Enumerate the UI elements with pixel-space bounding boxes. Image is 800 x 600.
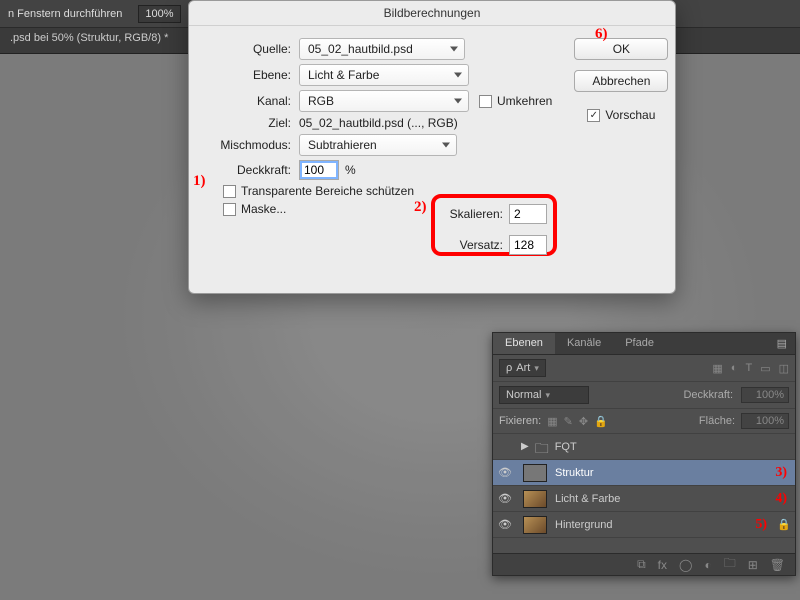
annotation-1: 1) [193, 173, 206, 190]
tab-paths[interactable]: Pfade [613, 333, 666, 354]
target-label: Ziel: [201, 116, 291, 130]
fill-value[interactable]: 100% [741, 413, 789, 429]
panel-opacity-label: Deckkraft: [683, 389, 733, 401]
layer-thumbnail [523, 464, 547, 482]
layer-list: ▶ 🗀 FQT 👁 Struktur 3) 👁 Licht & Farbe 4)… [493, 434, 795, 538]
annotation-5: 5) [755, 517, 767, 533]
blend-label: Mischmodus: [201, 138, 291, 152]
lock-all-icon[interactable]: 🔒 [594, 415, 608, 428]
layer-thumbnail [523, 490, 547, 508]
annotation-6: 6) [595, 26, 608, 43]
filter-type-icon[interactable]: T [745, 362, 752, 375]
lock-label: Fixieren: [499, 415, 541, 427]
source-label: Quelle: [201, 42, 291, 56]
opacity-label: Deckkraft: [201, 163, 291, 177]
layer-struktur[interactable]: 👁 Struktur 3) [493, 460, 795, 486]
mask-checkbox[interactable]: Maske... [223, 202, 286, 216]
layer-select[interactable]: Licht & Farbe [299, 64, 469, 86]
layer-group-fqt[interactable]: ▶ 🗀 FQT [493, 434, 795, 460]
link-layers-icon[interactable]: ⧉ [637, 557, 646, 572]
adjustment-layer-icon[interactable]: ◐ [704, 558, 711, 572]
channel-label: Kanal: [201, 94, 291, 108]
new-layer-icon[interactable]: ⊞ [748, 558, 758, 572]
channel-select[interactable]: RGB [299, 90, 469, 112]
layers-panel: Ebenen Kanäle Pfade ▤ ρArt ▦ ◐ T ▭ ◫ Nor… [492, 332, 796, 576]
preview-checkbox[interactable]: ✓ Vorschau [587, 108, 655, 122]
options-text: n Fenstern durchführen [8, 8, 122, 20]
preserve-label: Transparente Bereiche schützen [241, 184, 414, 198]
lock-position-icon[interactable]: ✥ [579, 415, 588, 428]
layer-hintergrund[interactable]: 👁 Hintergrund 5) 🔒 [493, 512, 795, 538]
lock-transparent-icon[interactable]: ▦ [547, 415, 557, 428]
visibility-toggle[interactable]: 👁 [493, 518, 517, 531]
invert-label: Umkehren [497, 94, 552, 108]
visibility-toggle[interactable]: 👁 [493, 466, 517, 479]
layer-label: Ebene: [201, 68, 291, 82]
filter-kind-select[interactable]: ρArt [499, 359, 546, 377]
layers-footer: ⧉ fx ◯ ◐ 🗀 ⊞ 🗑 [493, 553, 795, 575]
filter-adjust-icon[interactable]: ◐ [731, 362, 738, 375]
filter-shape-icon[interactable]: ▭ [760, 362, 770, 375]
offset-label: Versatz: [443, 238, 503, 252]
panel-menu-icon[interactable]: ▤ [769, 333, 795, 354]
tab-channels[interactable]: Kanäle [555, 333, 613, 354]
layer-thumbnail [523, 516, 547, 534]
layer-style-icon[interactable]: fx [658, 558, 667, 572]
mask-label: Maske... [241, 202, 286, 216]
folder-icon: 🗀 [535, 438, 549, 456]
visibility-toggle[interactable]: 👁 [493, 492, 517, 505]
preview-label: Vorschau [605, 108, 655, 122]
cancel-button[interactable]: Abbrechen [574, 70, 668, 92]
delete-layer-icon[interactable]: 🗑 [770, 558, 785, 572]
dialog-title: Bildberechnungen [189, 1, 675, 26]
blend-mode-select[interactable]: Normal [499, 386, 589, 404]
target-value: 05_02_hautbild.psd (..., RGB) [299, 116, 458, 130]
new-group-icon[interactable]: 🗀 [724, 554, 736, 575]
annotation-4: 4) [775, 491, 787, 507]
invert-checkbox[interactable]: Umkehren [479, 94, 552, 108]
panel-opacity-value[interactable]: 100% [741, 387, 789, 403]
zoom-level[interactable]: 100% [138, 5, 180, 23]
annotation-2: 2) [414, 199, 427, 216]
scale-input[interactable] [509, 204, 547, 224]
opacity-input[interactable] [299, 160, 339, 180]
preserve-transparency-checkbox[interactable]: Transparente Bereiche schützen [223, 184, 414, 198]
layer-licht-farbe[interactable]: 👁 Licht & Farbe 4) [493, 486, 795, 512]
lock-icon: 🔒 [773, 518, 795, 531]
source-select[interactable]: 05_02_hautbild.psd [299, 38, 465, 60]
tab-layers[interactable]: Ebenen [493, 333, 555, 354]
blend-select[interactable]: Subtrahieren [299, 134, 457, 156]
apply-image-dialog: Bildberechnungen Quelle: 05_02_hautbild.… [188, 0, 676, 294]
fill-label: Fläche: [699, 415, 735, 427]
opacity-unit: % [345, 163, 356, 177]
layer-mask-icon[interactable]: ◯ [679, 558, 692, 572]
filter-smart-icon[interactable]: ◫ [779, 362, 789, 375]
scale-label: Skalieren: [443, 207, 503, 221]
ok-button[interactable]: OK [574, 38, 668, 60]
offset-input[interactable] [509, 235, 547, 255]
filter-pixel-icon[interactable]: ▦ [712, 362, 722, 375]
annotation-3: 3) [775, 465, 787, 481]
disclosure-triangle-icon[interactable]: ▶ [521, 441, 529, 452]
lock-image-icon[interactable]: ✎ [564, 415, 573, 428]
